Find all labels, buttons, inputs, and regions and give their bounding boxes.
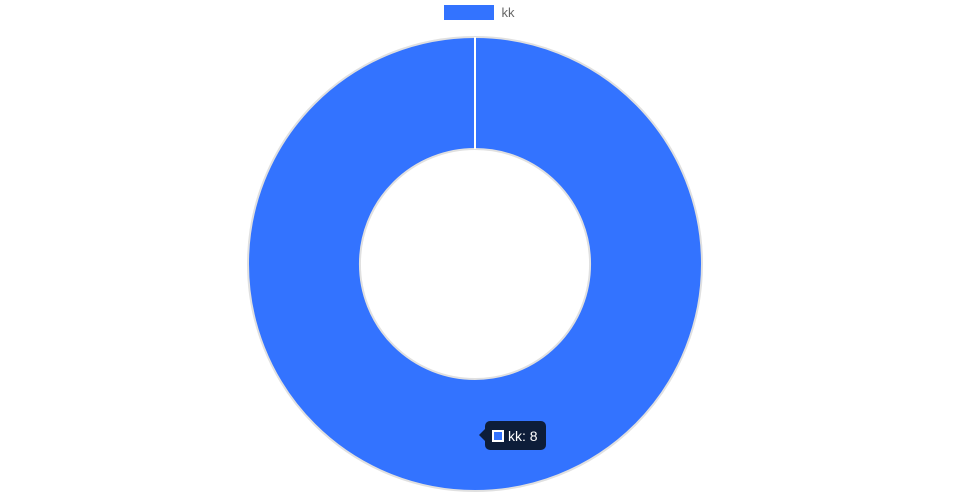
chart-tooltip: kk: 8 (479, 421, 546, 450)
tooltip-swatch (492, 429, 504, 442)
doughnut-chart (247, 35, 703, 492)
tooltip-text: kk: 8 (508, 427, 538, 444)
